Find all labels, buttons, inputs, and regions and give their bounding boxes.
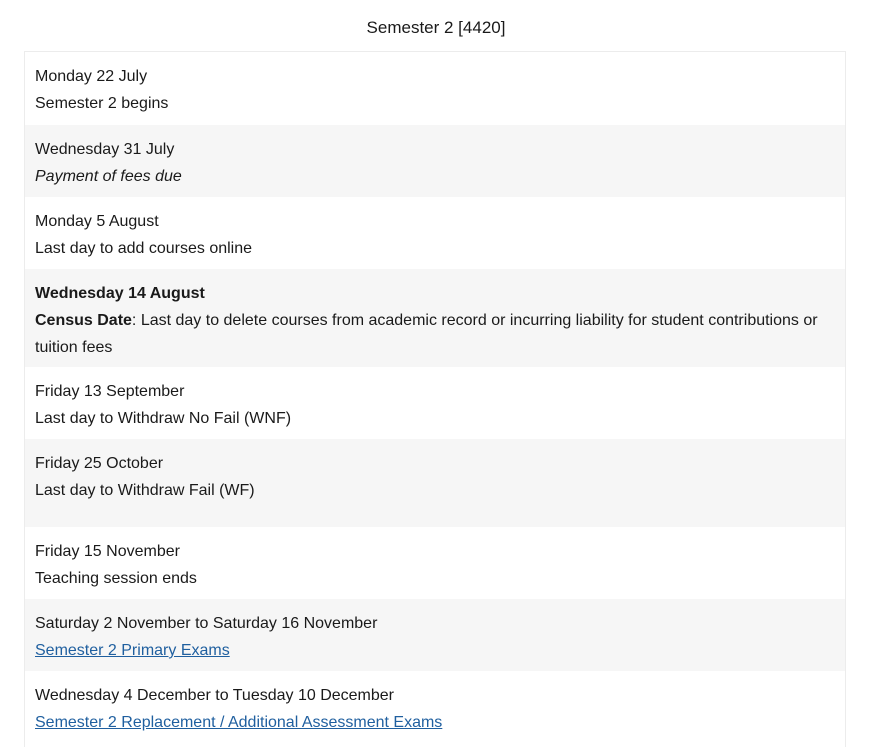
row-description: Semester 2 begins [35,95,169,112]
table-row: Friday 25 October Last day to Withdraw F… [25,439,845,527]
row-date: Wednesday 4 December to Tuesday 10 Decem… [35,687,395,704]
row-date: Friday 13 September [35,383,185,400]
row-date: Monday 5 August [35,213,159,230]
table-row: Monday 5 August Last day to add courses … [25,197,845,269]
page-title: Semester 2 [4420] [366,18,506,37]
primary-exams-link[interactable]: Semester 2 Primary Exams [35,642,230,659]
row-date: Wednesday 14 August [35,285,205,302]
census-date-label: Census Date [35,312,132,329]
row-description: Semester 2 Replacement / Additional Asse… [35,709,835,736]
table-row: Friday 13 September Last day to Withdraw… [25,367,845,439]
row-date: Friday 25 October [35,455,164,472]
row-description: Census Date: Last day to delete courses … [35,307,835,361]
table-row: Wednesday 31 July Payment of fees due [25,125,845,197]
table-row: Saturday 2 November to Saturday 16 Novem… [25,599,845,671]
row-date: Saturday 2 November to Saturday 16 Novem… [35,615,378,632]
row-description: Teaching session ends [35,570,197,587]
row-description: Last day to Withdraw No Fail (WNF) [35,410,292,427]
replacement-exams-link[interactable]: Semester 2 Replacement / Additional Asse… [35,714,442,731]
table-row: Wednesday 4 December to Tuesday 10 Decem… [25,671,845,747]
table-row: Wednesday 14 August Census Date: Last da… [25,269,845,367]
row-description: Payment of fees due [35,168,182,185]
key-dates-table: Monday 22 July Semester 2 begins Wednesd… [24,51,846,747]
row-date: Wednesday 31 July [35,141,175,158]
row-description: Semester 2 Primary Exams [35,637,835,664]
table-row: Monday 22 July Semester 2 begins [25,52,845,125]
row-date: Monday 22 July [35,68,148,85]
row-date: Friday 15 November [35,543,180,560]
row-description: Last day to Withdraw Fail (WF) [35,482,255,499]
row-description: Last day to add courses online [35,240,253,257]
census-date-text: : Last day to delete courses from academ… [35,312,818,356]
table-row: Friday 15 November Teaching session ends [25,527,845,599]
